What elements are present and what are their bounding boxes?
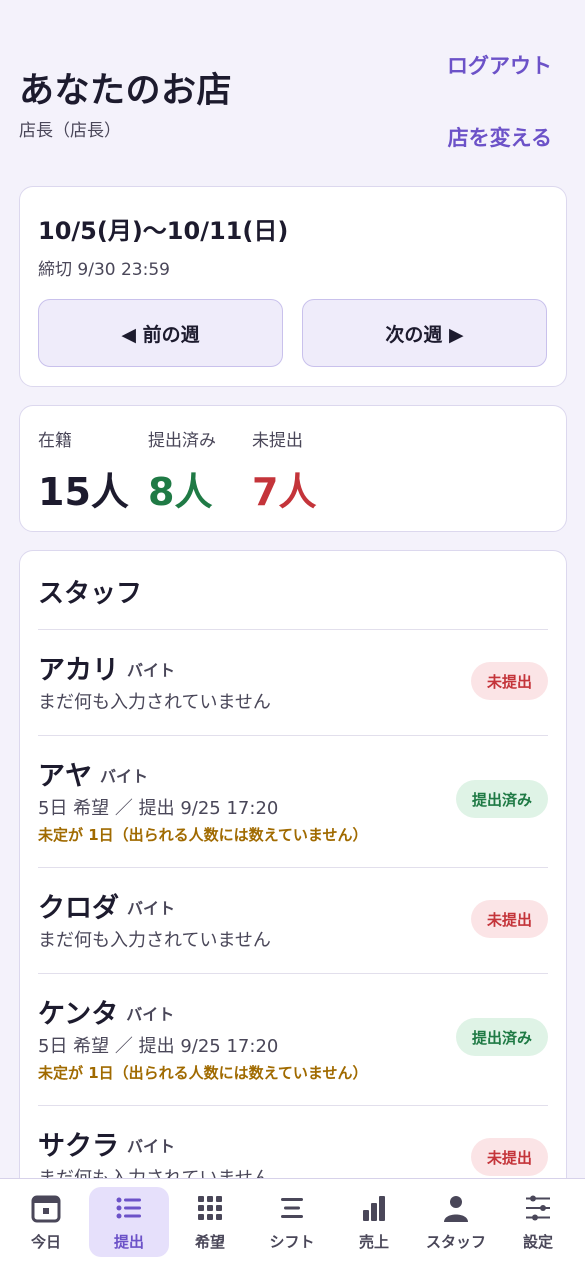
deadline: 締切 9/30 23:59 [38, 260, 170, 280]
staff-name: サクラ [38, 1131, 119, 1162]
tab-label: 希望 [194, 1233, 225, 1251]
staff-type: バイト [127, 661, 176, 680]
staff-name-line: サクラ バイト [38, 1124, 175, 1163]
header: あなたのお店 店長（店長） ログアウト 店を変える [0, 0, 585, 180]
tab-label: シフト [269, 1233, 315, 1251]
staff-name: アカリ [38, 655, 119, 686]
previous-week-button[interactable]: ◀ 前の週 [38, 299, 283, 367]
change-store-link[interactable]: 店を変える [448, 122, 552, 152]
week-range: 10/5(月)〜10/11(日) [38, 217, 289, 245]
staff-detail: まだ何も入力されていません [38, 692, 271, 713]
tab-label: 今日 [30, 1233, 61, 1251]
staff-type: バイト [100, 767, 149, 786]
staff-type: バイト [126, 1005, 175, 1024]
status-badge: 提出済み [455, 1018, 548, 1056]
stats-card: 在籍 15人 提出済み 8人 未提出 7人 [19, 405, 567, 532]
staff-name-line: アカリ バイト [38, 648, 175, 687]
stat-value: 15人 [38, 470, 129, 514]
status-badge: 提出済み [455, 780, 548, 818]
list-icon [116, 1197, 141, 1219]
staff-name: クロダ [38, 893, 119, 924]
tab-staff[interactable]: スタッフ [416, 1187, 496, 1257]
tab-label: 売上 [358, 1233, 389, 1251]
stat-label: 提出済み [148, 431, 216, 451]
staff-row[interactable]: ケンタ バイト 5日 希望 ／ 提出 9/25 17:20 未定が 1日（出られる… [38, 973, 548, 1105]
tab-settings[interactable]: 設定 [498, 1187, 578, 1257]
staff-name: ケンタ [38, 999, 119, 1030]
store-name: あなたのお店 [19, 71, 233, 111]
staff-detail: 5日 希望 ／ 提出 9/25 17:20 [38, 1036, 279, 1057]
staff-type: バイト [127, 899, 176, 918]
tab-sales[interactable]: 売上 [334, 1187, 414, 1257]
status-badge: 未提出 [470, 1138, 548, 1176]
logout-link[interactable]: ログアウト [447, 50, 552, 80]
stat-label: 在籍 [38, 431, 72, 451]
tab-label: スタッフ [425, 1233, 486, 1251]
tab-label: 提出 [113, 1233, 144, 1251]
stat-value: 7人 [252, 470, 317, 514]
status-badge: 未提出 [470, 662, 548, 700]
stat-unsubmitted: 未提出 7人 [252, 426, 316, 516]
tab-bar: 今日 提出 希望 シフト 売上 スタッフ 設定 [0, 1178, 585, 1266]
staff-row[interactable]: クロダ バイト まだ何も入力されていません 未提出 [38, 867, 548, 973]
stat-label: 未提出 [252, 431, 303, 451]
staff-name-line: クロダ バイト [38, 886, 175, 925]
sliders-icon [526, 1195, 550, 1221]
tab-today[interactable]: 今日 [6, 1187, 86, 1257]
staff-name: アヤ [38, 761, 92, 792]
tab-shifts[interactable]: シフト [252, 1187, 332, 1257]
staff-detail: 5日 希望 ／ 提出 9/25 17:20 [38, 798, 279, 819]
stat-value: 8人 [148, 470, 213, 514]
week-card: 10/5(月)〜10/11(日) 締切 9/30 23:59 ◀ 前の週 次の週… [19, 186, 567, 387]
tab-requests[interactable]: 希望 [170, 1187, 250, 1257]
staff-type: バイト [127, 1137, 176, 1156]
stat-enrolled: 在籍 15人 [38, 426, 129, 516]
calendar-icon [31, 1195, 61, 1223]
user-role: 店長（店長） [19, 121, 121, 141]
stat-submitted: 提出済み 8人 [148, 426, 216, 516]
staff-card: スタッフ アカリ バイト まだ何も入力されていません 未提出 アヤ バイト 5日 希… [19, 550, 567, 1250]
lines-icon [281, 1198, 303, 1218]
bar-chart-icon [363, 1196, 385, 1221]
status-badge: 未提出 [470, 900, 548, 938]
grid-icon [198, 1196, 222, 1220]
next-week-button[interactable]: 次の週 ▶ [302, 299, 547, 367]
staff-name-line: アヤ バイト [38, 754, 148, 793]
staff-name-line: ケンタ バイト [38, 992, 174, 1031]
staff-detail: まだ何も入力されていません [38, 930, 271, 951]
staff-row[interactable]: アヤ バイト 5日 希望 ／ 提出 9/25 17:20 未定が 1日（出られる人… [38, 735, 548, 867]
staff-warning: 未定が 1日（出られる人数には数えていません） [38, 826, 368, 844]
tab-label: 設定 [522, 1233, 553, 1251]
staff-heading: スタッフ [38, 579, 143, 609]
person-icon [444, 1196, 468, 1222]
staff-list: アカリ バイト まだ何も入力されていません 未提出 アヤ バイト 5日 希望 ／ 提… [38, 629, 548, 1211]
staff-warning: 未定が 1日（出られる人数には数えていません） [38, 1064, 368, 1082]
tab-submissions[interactable]: 提出 [89, 1187, 169, 1257]
staff-row[interactable]: アカリ バイト まだ何も入力されていません 未提出 [38, 629, 548, 735]
